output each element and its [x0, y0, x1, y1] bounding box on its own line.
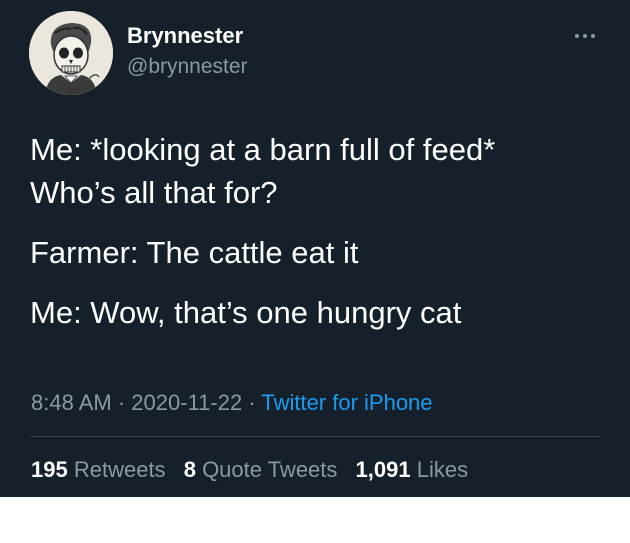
retweets-count: 195	[31, 457, 68, 482]
tweet-date[interactable]: 2020-11-22	[131, 390, 242, 415]
tweet-text: Me: *looking at a barn full of feed* Who…	[30, 128, 615, 334]
quote-tweets-label: Quote Tweets	[202, 457, 338, 482]
display-name[interactable]: Brynnester	[127, 22, 243, 50]
tweet-card: Brynnester @brynnester Me: *looking at a…	[0, 0, 630, 497]
tweet-paragraph: Me: *looking at a barn full of feed* Who…	[30, 132, 496, 210]
tweet-time[interactable]: 8:48 AM	[31, 390, 112, 415]
likes-stat[interactable]: 1,091 Likes	[356, 457, 469, 482]
retweets-label: Retweets	[73, 457, 166, 482]
quote-tweets-stat[interactable]: 8 Quote Tweets	[184, 457, 338, 482]
divider	[30, 436, 600, 437]
user-handle[interactable]: @brynnester	[127, 54, 248, 80]
tweet-metadata: 8:48 AM · 2020-11-22 · Twitter for iPhon…	[31, 389, 433, 417]
tweet-paragraph: Farmer: The cattle eat it	[30, 235, 359, 270]
quote-tweets-count: 8	[183, 457, 196, 482]
meta-separator: ·	[111, 390, 132, 415]
tweet-source-link[interactable]: Twitter for iPhone	[261, 390, 432, 415]
likes-count: 1,091	[355, 457, 411, 482]
retweets-stat[interactable]: 195 Retweets	[31, 457, 166, 482]
avatar[interactable]	[29, 11, 113, 95]
meta-separator: ·	[242, 390, 262, 415]
likes-label: Likes	[416, 457, 469, 482]
skull-portrait-icon	[29, 11, 113, 95]
ellipsis-icon[interactable]	[572, 30, 598, 42]
tweet-stats: 195 Retweets 8 Quote Tweets 1,091 Likes	[31, 456, 480, 484]
tweet-paragraph: Me: Wow, that’s one hungry cat	[30, 295, 462, 330]
